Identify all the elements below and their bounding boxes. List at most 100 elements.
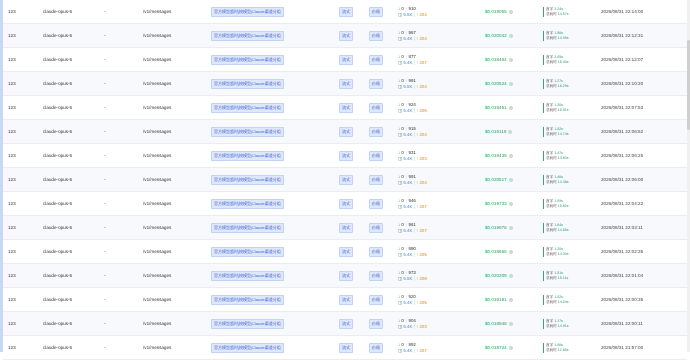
info-icon[interactable] [508, 57, 513, 62]
cache-read-tokens: 5.4K [403, 203, 413, 209]
info-icon[interactable] [508, 81, 513, 86]
info-icon[interactable] [508, 129, 513, 134]
info-icon[interactable] [508, 345, 513, 350]
info-icon[interactable] [508, 249, 513, 254]
user-id: 123 [8, 201, 16, 206]
table-row[interactable]: 123 claude-opus-5 - /v1/messages 官方模型超时|按模型|… [3, 264, 687, 288]
group-tag[interactable]: 官方模型超时|按模型|Claude渠道分组 [211, 150, 284, 161]
group-cell: 官方模型超时|按模型|Claude渠道分组 [211, 72, 284, 95]
cache-read-tokens: 5.4K [403, 227, 413, 233]
table-row[interactable]: 123 claude-opus-5 - /v1/messages 官方模型超时|按模型|… [3, 24, 687, 48]
cost-value: $0.019976 [485, 225, 507, 230]
cost-value: $0.018724 [485, 345, 507, 350]
timestamp-cell: 2026/08/31 22:01:04 [601, 264, 643, 287]
table-row[interactable]: 123 claude-opus-5 - /v1/messages 官方模型超时|按模型|… [3, 144, 687, 168]
info-icon[interactable] [508, 321, 513, 326]
table-row[interactable]: 123 claude-opus-5 - /v1/messages 官方模型超时|按模型|… [3, 192, 687, 216]
endpoint-cell: /v1/messages [143, 0, 171, 23]
arrow-up-icon: ↑ [405, 5, 408, 11]
table-row[interactable]: 123 claude-opus-5 - /v1/messages 官方模型超时|按模型|… [3, 96, 687, 120]
total-time: 14.48s [557, 179, 569, 184]
group-tag[interactable]: 官方模型超时|按模型|Claude渠道分组 [211, 54, 284, 65]
input-tokens: 946 [408, 197, 416, 203]
cost-cell: $0.019733 [485, 192, 513, 215]
total-time: 14.57s [557, 11, 569, 16]
tokens-cell: ↓ 0 ↑ 915 ◫ 5.4K | ↑ 204 [398, 125, 427, 137]
table-row[interactable]: 123 claude-opus-5 - /v1/messages 官方模型超时|按模型|… [3, 288, 687, 312]
model-name: claude-opus-5 [43, 57, 73, 62]
group-tag[interactable]: 官方模型超时|按模型|Claude渠道分组 [211, 30, 284, 41]
table-row[interactable]: 123 claude-opus-5 - /v1/messages 官方模型超时|按模型|… [3, 216, 687, 240]
arrow-down-icon: ↓ [398, 101, 401, 107]
group-tag[interactable]: 官方模型超时|按模型|Claude渠道分组 [211, 342, 284, 353]
model-cell: claude-opus-5 [43, 144, 72, 167]
group-tag[interactable]: 官方模型超时|按模型|Claude渠道分组 [211, 222, 284, 233]
total-time-label: 总耗时 [546, 275, 557, 280]
user-id: 123 [8, 297, 16, 302]
table-row[interactable]: 123 claude-opus-5 - /v1/messages 官方模型超时|按模型|… [3, 168, 687, 192]
timing-cell: 首字 1.27s 总耗时 16.29s [543, 72, 569, 95]
info-icon[interactable] [508, 105, 513, 110]
first-token-time: 1.47s [554, 150, 563, 155]
stream-type-tag: 流式 [339, 6, 353, 17]
first-token-label: 首字 [546, 30, 554, 35]
endpoint-cell: /v1/messages [143, 312, 171, 335]
group-tag[interactable]: 官方模型超时|按模型|Claude渠道分组 [211, 294, 284, 305]
timestamp-cell: 2026/08/31 22:12:07 [601, 48, 643, 71]
timestamp: 2026/08/31 22:14:00 [601, 9, 644, 14]
billing-cell: 价格 [369, 240, 383, 263]
timestamp: 2026/08/31 22:12:31 [601, 33, 644, 38]
first-token-time: 1.20s [554, 246, 563, 251]
type-cell: 流式 [339, 0, 353, 23]
table-row[interactable]: 123 claude-opus-5 - /v1/messages 官方模型超时|按模型|… [3, 120, 687, 144]
cost-cell: $0.019451 [485, 96, 513, 119]
input-tokens: 961 [408, 221, 416, 227]
arrow-up-icon: ↑ [405, 221, 408, 227]
arrow-down-icon: ↓ [398, 341, 401, 347]
total-time-label: 总耗时 [546, 203, 557, 208]
input-tokens: 920 [408, 293, 416, 299]
billing-cell: 价格 [369, 168, 383, 191]
info-icon[interactable] [508, 153, 513, 158]
arrow-up-icon: ↑ [405, 77, 408, 83]
group-tag[interactable]: 官方模型超时|按模型|Claude渠道分组 [211, 78, 284, 89]
total-time-label: 总耗时 [546, 179, 557, 184]
billing-mode-tag: 价格 [369, 222, 383, 233]
info-icon[interactable] [508, 297, 513, 302]
token-name-cell: - [104, 312, 106, 335]
table-row[interactable]: 123 claude-opus-5 - /v1/messages 官方模型超时|按模型|… [3, 48, 687, 72]
table-row[interactable]: 123 claude-opus-5 - /v1/messages 官方模型超时|按模型|… [3, 0, 687, 24]
cost-cell: $0.020517 [485, 168, 513, 191]
info-icon[interactable] [508, 33, 513, 38]
info-icon[interactable] [508, 177, 513, 182]
endpoint-path: /v1/messages [143, 9, 172, 14]
info-icon[interactable] [508, 9, 513, 14]
group-tag[interactable]: 官方模型超时|按模型|Claude渠道分组 [211, 126, 284, 137]
arrow-up-icon: ↑ [405, 29, 408, 35]
total-time: 14.91s [557, 323, 569, 328]
table-row[interactable]: 123 claude-opus-5 - /v1/messages 官方模型超时|按模型|… [3, 72, 687, 96]
table-row[interactable]: 123 claude-opus-5 - /v1/messages 官方模型超时|按模型|… [3, 336, 687, 360]
group-tag[interactable]: 官方模型超时|按模型|Claude渠道分组 [211, 102, 284, 113]
group-tag[interactable]: 官方模型超时|按模型|Claude渠道分组 [211, 174, 284, 185]
group-tag[interactable]: 官方模型超时|按模型|Claude渠道分组 [211, 270, 284, 281]
info-icon[interactable] [508, 225, 513, 230]
group-tag[interactable]: 官方模型超时|按模型|Claude渠道分组 [211, 198, 284, 209]
group-tag[interactable]: 官方模型超时|按模型|Claude渠道分组 [211, 6, 284, 17]
cost-cell: $0.018656 [485, 240, 513, 263]
info-icon[interactable] [508, 273, 513, 278]
model-cell: claude-opus-5 [43, 192, 72, 215]
token-name: - [104, 345, 106, 350]
table-row[interactable]: 123 claude-opus-5 - /v1/messages 官方模型超时|按模型|… [3, 312, 687, 336]
model-cell: claude-opus-5 [43, 120, 72, 143]
info-icon[interactable] [508, 201, 513, 206]
table-row[interactable]: 123 claude-opus-5 - /v1/messages 官方模型超时|按模型|… [3, 240, 687, 264]
user-id: 123 [8, 9, 16, 14]
model-name: claude-opus-5 [43, 297, 73, 302]
token-name: - [104, 153, 106, 158]
billing-mode-tag: 价格 [369, 30, 383, 41]
group-tag[interactable]: 官方模型超时|按模型|Claude渠道分组 [211, 246, 284, 257]
tokens-cell: ↓ 0 ↑ 961 ◫ 5.4K | ↑ 207 [398, 221, 427, 233]
group-tag[interactable]: 官方模型超时|按模型|Claude渠道分组 [211, 318, 284, 329]
arrow-up-icon: ↑ [405, 197, 408, 203]
